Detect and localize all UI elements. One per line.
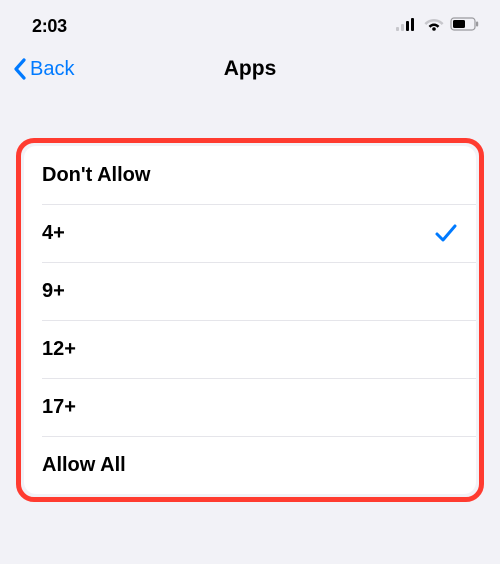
option-4plus[interactable]: 4+	[24, 204, 476, 262]
battery-icon	[450, 17, 480, 36]
option-label: Don't Allow	[42, 164, 150, 187]
option-allow-all[interactable]: Allow All	[24, 436, 476, 494]
option-17plus[interactable]: 17+	[24, 378, 476, 436]
status-time: 2:03	[32, 16, 67, 37]
option-dont-allow[interactable]: Don't Allow	[24, 146, 476, 204]
status-indicators	[396, 17, 480, 36]
wifi-icon	[424, 17, 444, 36]
nav-bar: Back Apps	[0, 44, 500, 94]
option-label: 17+	[42, 396, 76, 419]
options-list: Don't Allow 4+ 9+ 12+ 17+ Allow All	[24, 146, 476, 494]
chevron-left-icon	[12, 57, 28, 81]
option-label: Allow All	[42, 454, 126, 477]
status-bar: 2:03	[0, 0, 500, 44]
highlight-frame: Don't Allow 4+ 9+ 12+ 17+ Allow All	[16, 138, 484, 502]
page-title: Apps	[224, 57, 277, 81]
back-label: Back	[30, 58, 74, 81]
option-12plus[interactable]: 12+	[24, 320, 476, 378]
option-9plus[interactable]: 9+	[24, 262, 476, 320]
option-label: 4+	[42, 222, 65, 245]
checkmark-icon	[434, 222, 458, 244]
option-label: 9+	[42, 280, 65, 303]
option-label: 12+	[42, 338, 76, 361]
cellular-icon	[396, 17, 418, 36]
back-button[interactable]: Back	[12, 57, 74, 81]
